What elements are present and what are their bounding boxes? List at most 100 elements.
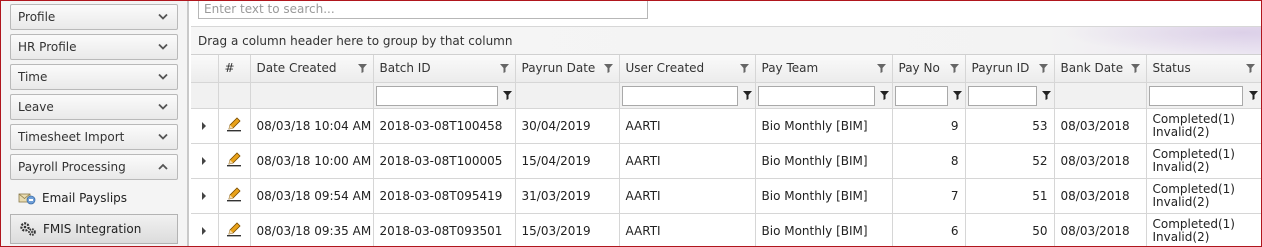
cell-batch-id: 2018-03-08T093501 [373,213,516,247]
cell-payrun-id: 53 [965,108,1055,144]
table-row[interactable]: 08/03/18 09:54 AM 2018-03-08T095419 31/0… [191,178,1261,214]
column-header-label: # [224,61,235,76]
sidebar-subitem-email-payslips[interactable]: Email Payslips [10,184,178,212]
decorative-swirl [1061,27,1261,55]
cell-user-created: AARTI [619,178,756,214]
column-header-status[interactable]: Status [1146,55,1261,83]
cell-status: Completed(1) Invalid(2) [1146,108,1261,144]
cell-status: Completed(1) Invalid(2) [1146,143,1261,179]
cell-pay-no: 6 [892,213,966,247]
column-header-date-created[interactable]: Date Created [250,55,374,83]
expand-row-icon[interactable] [191,108,219,144]
filter-cell-empty [250,82,374,109]
cell-user-created: AARTI [619,108,756,144]
column-header-bank-date[interactable]: Bank Date [1054,55,1147,83]
chevron-down-icon [156,130,170,144]
filter-icon[interactable] [1248,90,1258,100]
sidebar-subitem-label: FMIS Integration [43,222,142,236]
grid-filter-row [191,82,1261,109]
column-header-edit[interactable]: # [218,55,251,83]
status-invalid: Invalid(2) [1152,195,1210,209]
edit-pencil-icon[interactable] [218,143,251,179]
filter-input-status[interactable] [1148,85,1243,106]
cell-batch-id: 2018-03-08T100005 [373,143,516,179]
chevron-down-icon [156,70,170,84]
filter-icon[interactable] [742,90,752,100]
group-by-hint: Drag a column header here to group by th… [198,33,513,48]
email-payslips-icon [18,190,36,206]
filter-icon[interactable] [949,64,959,73]
filter-icon[interactable] [1130,64,1140,73]
column-header-batch-id[interactable]: Batch ID [373,55,516,83]
sidebar-item-label: Timesheet Import [18,130,125,144]
filter-icon[interactable] [357,64,367,73]
filter-icon[interactable] [1041,90,1051,100]
cell-user-created: AARTI [619,143,756,179]
table-row[interactable]: 08/03/18 10:04 AM 2018-03-08T100458 30/0… [191,108,1261,144]
column-header-payrun-id[interactable]: Payrun ID [965,55,1055,83]
table-row[interactable]: 08/03/18 09:35 AM 2018-03-08T093501 15/0… [191,213,1261,247]
expand-row-icon[interactable] [191,143,219,179]
table-row[interactable]: 08/03/18 10:00 AM 2018-03-08T100005 15/0… [191,143,1261,179]
cell-status: Completed(1) Invalid(2) [1146,213,1261,247]
filter-icon[interactable] [499,64,509,73]
column-header-label: Date Created [256,61,337,76]
filter-cell-empty [218,82,251,109]
column-header-payrun-date[interactable]: Payrun Date [515,55,620,83]
filter-input-batch-id[interactable] [375,85,498,106]
column-header-pay-team[interactable]: Pay Team [755,55,893,83]
filter-cell-batch-id [373,82,516,109]
filter-icon[interactable] [952,90,962,100]
grid-header-row: # Date Created Batch ID Payrun Date User… [191,55,1261,83]
status-invalid: Invalid(2) [1152,160,1210,174]
sidebar-item-leave[interactable]: Leave [10,94,178,120]
sidebar-item-profile[interactable]: Profile [10,4,178,30]
column-header-user-created[interactable]: User Created [619,55,756,83]
filter-input-payrun-id[interactable] [967,85,1037,106]
expand-row-icon[interactable] [191,178,219,214]
expand-row-icon[interactable] [191,213,219,247]
sidebar-item-hr-profile[interactable]: HR Profile [10,34,178,60]
cell-payrun-id: 51 [965,178,1055,214]
cell-status: Completed(1) Invalid(2) [1146,178,1261,214]
filter-icon[interactable] [879,90,889,100]
edit-pencil-icon[interactable] [218,108,251,144]
column-header-label: Payrun ID [971,61,1030,76]
column-header-pay-no[interactable]: Pay No [892,55,966,83]
cell-bank-date: 08/03/2018 [1054,213,1147,247]
status-invalid: Invalid(2) [1152,230,1210,244]
search-input[interactable] [198,0,648,19]
filter-icon[interactable] [1038,64,1048,73]
sidebar-item-timesheet-import[interactable]: Timesheet Import [10,124,178,150]
cell-pay-team: Bio Monthly [BIM] [755,178,893,214]
group-by-panel[interactable]: Drag a column header here to group by th… [191,27,1261,55]
cell-pay-team: Bio Monthly [BIM] [755,108,893,144]
sidebar-item-payroll-processing[interactable]: Payroll Processing [10,154,178,180]
column-header-label: Batch ID [379,61,431,76]
cell-user-created: AARTI [619,213,756,247]
edit-pencil-icon[interactable] [218,213,251,247]
cell-pay-team: Bio Monthly [BIM] [755,213,893,247]
filter-cell-pay-no [892,82,966,109]
cell-payrun-date: 15/03/2019 [515,213,620,247]
filter-icon[interactable] [739,64,749,73]
sidebar-item-time[interactable]: Time [10,64,178,90]
filter-icon[interactable] [1245,64,1255,73]
cell-pay-no: 9 [892,108,966,144]
cell-payrun-date: 30/04/2019 [515,108,620,144]
sidebar-item-label: Leave [18,100,54,114]
cell-payrun-date: 15/04/2019 [515,143,620,179]
cell-batch-id: 2018-03-08T100458 [373,108,516,144]
filter-icon[interactable] [876,64,886,73]
filter-input-user-created[interactable] [621,85,738,106]
filter-input-pay-team[interactable] [757,85,875,106]
filter-icon[interactable] [603,64,613,73]
filter-icon[interactable] [502,90,512,100]
payrun-grid: # Date Created Batch ID Payrun Date User… [191,55,1261,247]
edit-pencil-icon[interactable] [218,178,251,214]
cell-payrun-id: 50 [965,213,1055,247]
filter-cell-user-created [619,82,756,109]
sidebar-subitem-fmis-integration[interactable]: FMIS Integration [10,214,178,244]
sidebar-item-label: Payroll Processing [18,160,126,174]
filter-input-pay-no[interactable] [894,85,948,106]
